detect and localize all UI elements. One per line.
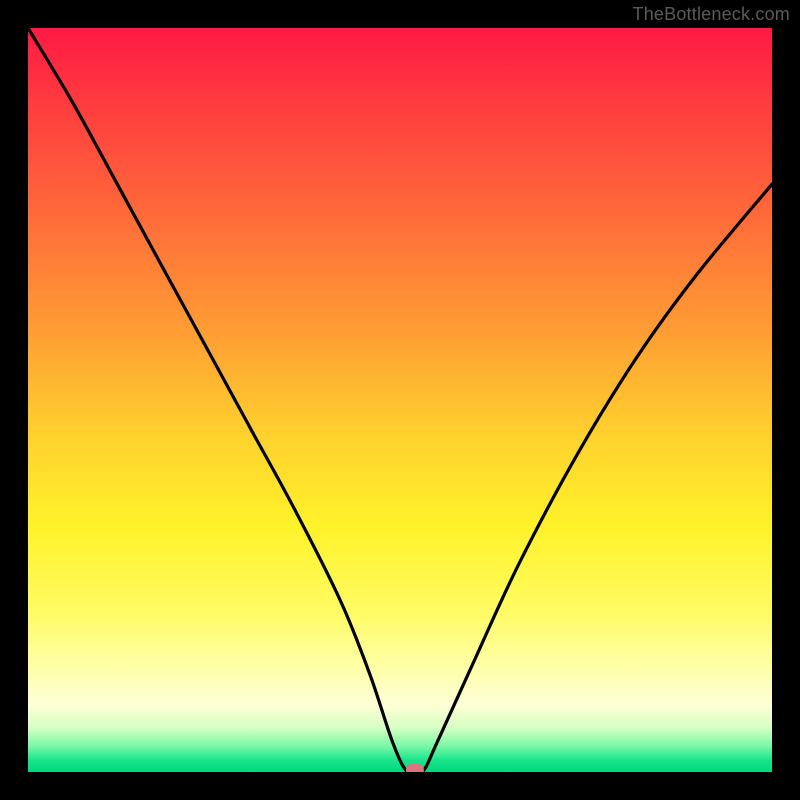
chart-frame: TheBottleneck.com <box>0 0 800 800</box>
bottleneck-curve <box>28 28 772 772</box>
min-marker-icon <box>406 764 424 772</box>
watermark-text: TheBottleneck.com <box>633 4 790 25</box>
plot-area <box>28 28 772 772</box>
